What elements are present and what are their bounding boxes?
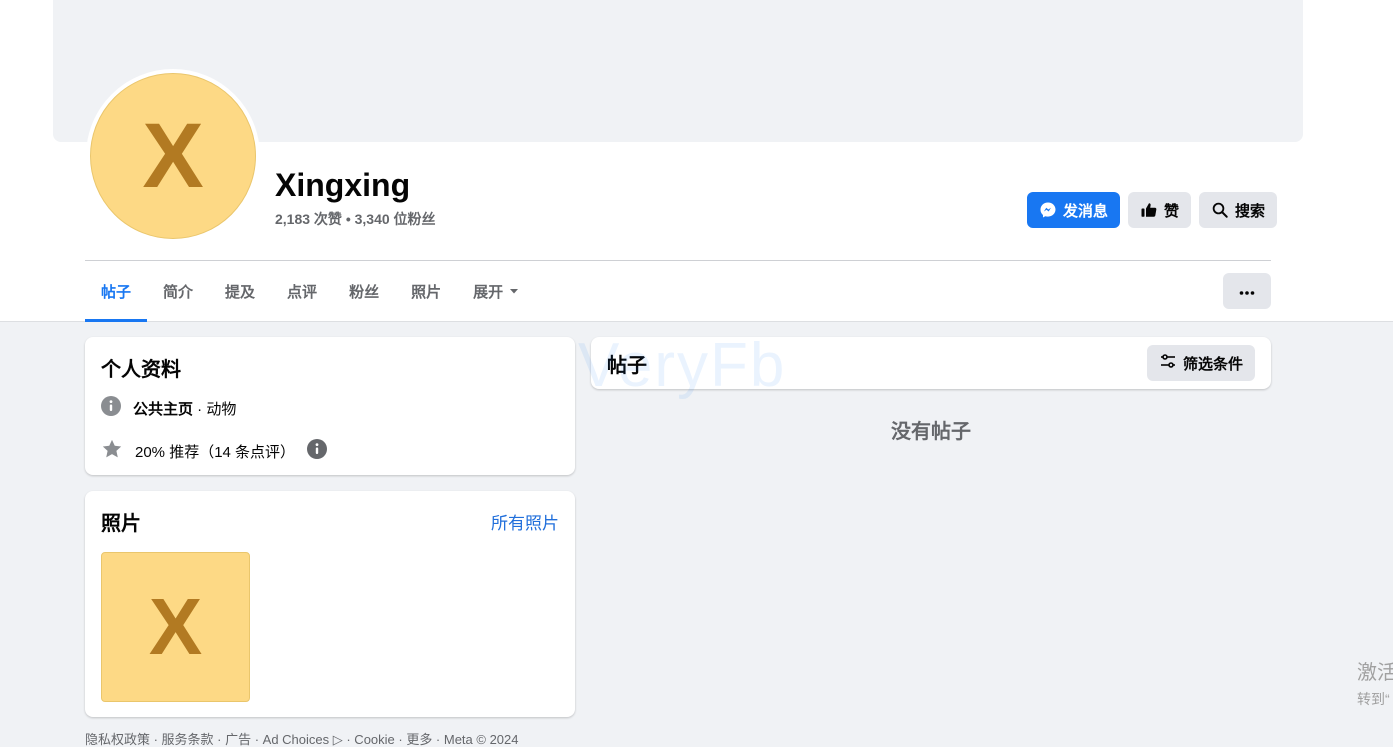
posts-header-card: 帖子 筛选条件 <box>591 337 1271 389</box>
more-options-button[interactable] <box>1223 273 1271 309</box>
search-icon <box>1211 201 1229 219</box>
tab-reviews[interactable]: 点评 <box>271 261 333 321</box>
caret-down-icon <box>509 283 519 300</box>
photo-thumbnail[interactable]: X <box>101 552 250 702</box>
tab-mentions[interactable]: 提及 <box>209 261 271 321</box>
filter-button[interactable]: 筛选条件 <box>1146 345 1255 381</box>
avatar-letter: X <box>90 73 256 239</box>
message-button[interactable]: 发消息 <box>1027 192 1121 228</box>
tab-more[interactable]: 展开 <box>457 261 535 321</box>
star-icon <box>101 438 123 464</box>
info-icon <box>101 396 121 420</box>
intro-title: 个人资料 <box>101 359 181 381</box>
activation-line-1: 激活 <box>1357 662 1393 684</box>
rating-row: 20% 推荐（14 条点评） <box>101 438 559 464</box>
photos-header: 照片 所有照片 <box>101 507 559 536</box>
photos-card: 照片 所有照片 X <box>85 491 575 717</box>
page-stats[interactable]: 2,183 次赞 • 3,340 位粉丝 <box>275 209 436 229</box>
thumbs-up-icon <box>1140 201 1158 219</box>
activation-line-2: 转到“ <box>1357 691 1390 707</box>
page-type-label: 公共主页 <box>133 400 194 418</box>
page-type-row: 公共主页 · 动物 <box>101 396 559 420</box>
tab-about[interactable]: 简介 <box>147 261 209 321</box>
tab-photos[interactable]: 照片 <box>395 261 457 321</box>
empty-posts-message: 没有帖子 <box>891 421 971 443</box>
filter-label: 筛选条件 <box>1182 355 1243 373</box>
page-title: Xingxing <box>275 167 411 203</box>
windows-activation-notice: 激活 转到“ <box>1357 656 1393 709</box>
like-button[interactable]: 赞 <box>1128 192 1192 228</box>
message-label: 发消息 <box>1063 202 1109 220</box>
profile-avatar[interactable]: X <box>86 69 260 243</box>
filter-sliders-icon <box>1159 352 1177 374</box>
tab-followers[interactable]: 粉丝 <box>333 261 395 321</box>
tab-posts[interactable]: 帖子 <box>85 261 148 322</box>
like-label: 赞 <box>1164 202 1180 220</box>
search-label: 搜索 <box>1235 202 1266 220</box>
profile-tabs: 帖子 简介 提及 点评 粉丝 照片 展开 <box>85 261 535 322</box>
ellipsis-icon <box>1239 282 1255 300</box>
header-actions: 发消息 赞 搜索 <box>1027 192 1278 228</box>
search-button[interactable]: 搜索 <box>1199 192 1278 228</box>
page-category[interactable]: · 动物 <box>193 401 236 418</box>
footer-links[interactable]: 隐私权政策 · 服务条款 · 广告 · Ad Choices ▷ · Cooki… <box>85 729 519 747</box>
all-photos-link[interactable]: 所有照片 <box>491 509 559 534</box>
messenger-icon <box>1039 201 1057 219</box>
rating-info-icon[interactable] <box>307 439 328 463</box>
rating-text[interactable]: 20% 推荐（14 条点评） <box>135 441 295 462</box>
intro-card: 个人资料 公共主页 · 动物 20% 推荐（14 条点评） <box>85 337 575 475</box>
posts-title: 帖子 <box>607 354 647 377</box>
photos-title: 照片 <box>101 513 141 535</box>
